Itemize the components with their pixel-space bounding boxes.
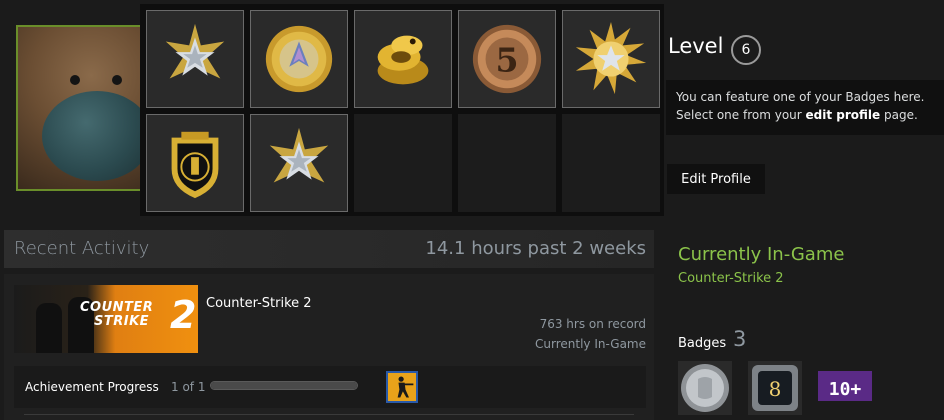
svg-text:8: 8 [769, 377, 782, 401]
eight-year-badge-icon: 8 [748, 361, 802, 415]
level-badge[interactable]: 6 [731, 35, 761, 65]
badges-label[interactable]: Badges [678, 336, 726, 351]
achievement-progress-fill [211, 382, 357, 389]
badge-slot-2[interactable] [250, 10, 348, 108]
service-medal-star-icon [165, 23, 225, 79]
in-game-title: Currently In-Game [678, 244, 845, 265]
badge-slot-empty[interactable] [354, 114, 452, 212]
achievement-icon[interactable] [386, 371, 418, 403]
game-capsule-image[interactable]: COUNTER STRIKE 2 [14, 285, 198, 353]
badge-picker: 5 [140, 4, 664, 216]
svg-text:5: 5 [495, 41, 518, 80]
badge-slot-empty[interactable] [562, 114, 660, 212]
hours-on-record: 763 hrs on record [539, 317, 646, 331]
badge-slot-5[interactable] [562, 10, 660, 108]
cs-soldier-icon [388, 373, 416, 401]
badge-slot-6[interactable] [146, 114, 244, 212]
badges-count[interactable]: 3 [733, 327, 746, 351]
cs-go-shield-badge-icon [171, 131, 219, 199]
service-medal-star-icon [269, 127, 329, 183]
achievement-progress-bar [210, 381, 358, 390]
level-label: Level [668, 34, 724, 58]
in-game-name-link[interactable]: Counter-Strike 2 [678, 271, 784, 286]
five-year-veteran-coin-icon: 5 [472, 24, 542, 94]
badge-slot-7[interactable] [250, 114, 348, 212]
featured-badge-notice: You can feature one of your Badges here.… [666, 80, 944, 135]
badge-slot-1[interactable] [146, 10, 244, 108]
badge-ten-plus[interactable]: 10+ [818, 361, 872, 415]
capsule-number: 2 [170, 293, 197, 337]
badge-silver-coin[interactable] [678, 361, 732, 415]
silver-coin-badge-icon [678, 361, 732, 415]
recent-activity-hours: 14.1 hours past 2 weeks [425, 238, 646, 259]
achievement-count: 1 of 1 [171, 380, 206, 394]
notice-text: page. [880, 108, 918, 122]
divider [24, 414, 634, 415]
badge-slot-4[interactable]: 5 [458, 10, 556, 108]
badge-slot-3[interactable] [354, 10, 452, 108]
badge-eight-year[interactable]: 8 [748, 361, 802, 415]
badge-slot-empty[interactable] [458, 114, 556, 212]
sunburst-star-medal-icon [575, 21, 647, 95]
capsule-text: COUNTER [80, 300, 154, 315]
capsule-text: STRIKE [94, 314, 150, 329]
ten-plus-badge-icon: 10+ [818, 371, 872, 401]
edit-profile-link[interactable]: edit profile [806, 108, 881, 122]
recent-activity-title: Recent Activity [14, 238, 150, 259]
svg-text:10+: 10+ [829, 379, 862, 400]
game-name-link[interactable]: Counter-Strike 2 [206, 296, 312, 311]
gold-coin-medal-icon [265, 25, 333, 93]
game-status: Currently In-Game [535, 337, 646, 351]
achievement-progress-label[interactable]: Achievement Progress [25, 380, 159, 394]
gold-snake-medal-icon [377, 35, 429, 85]
edit-profile-button[interactable]: Edit Profile [667, 164, 765, 194]
